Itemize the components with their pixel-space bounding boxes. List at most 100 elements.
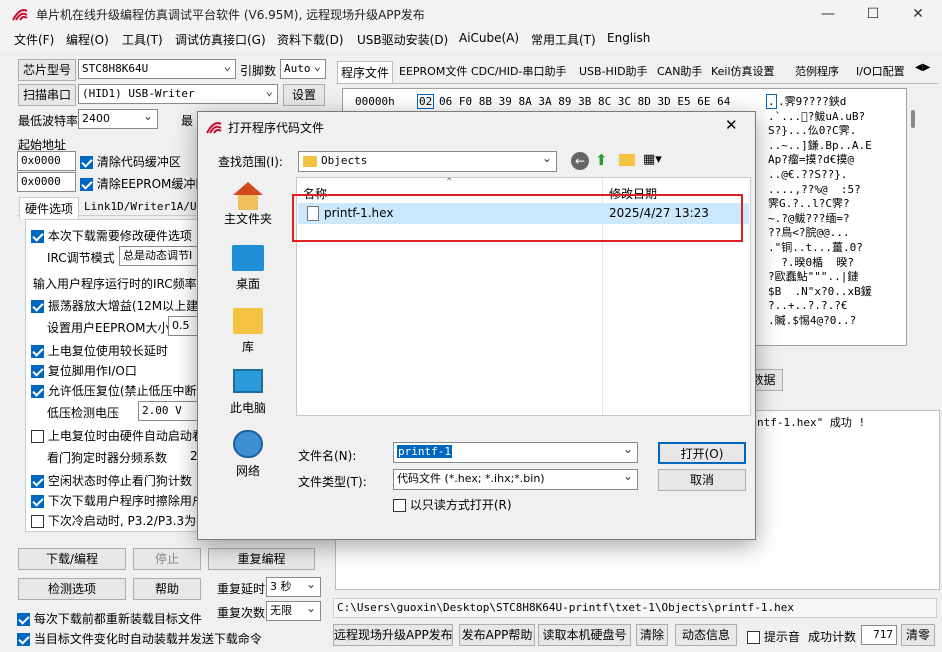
clear-eeprom-checkbox[interactable]: 清除EEPROM缓冲区 [80, 175, 207, 192]
pin-count-select[interactable]: Auto [280, 59, 326, 79]
repeat-count-select[interactable]: 无限 [266, 601, 321, 621]
irc-mode-select[interactable]: 总是动态调节I [119, 246, 199, 266]
reset-io-checkbox[interactable]: 复位脚用作I/O口 [31, 362, 137, 379]
auto-reload-checkbox[interactable]: 当目标文件变化时自动装载并发送下载命令 [17, 630, 262, 647]
tab-usb-hid[interactable]: USB-HID助手 [576, 61, 651, 83]
file-path-display: C:\Users\guoxin\Desktop\STC8H8K64U-print… [333, 598, 937, 618]
tab-io-config[interactable]: I/O口配置 [853, 61, 913, 83]
lvd-voltage-select[interactable]: 2.00 V [138, 401, 200, 421]
place-library[interactable]: 库 [214, 308, 282, 355]
filename-input[interactable]: printf-1 [393, 442, 638, 463]
osc-gain-label: 振荡器放大增益(12M以上建议 [47, 299, 211, 313]
view-menu-icon[interactable]: ▦▾ [643, 152, 662, 167]
filename-label: 文件名(N): [298, 449, 357, 463]
reload-each-label: 每次下载前都重新装载目标文件 [33, 612, 202, 626]
repeat-delay-select[interactable]: 3 秒 [266, 577, 321, 597]
checkbox-icon [747, 631, 760, 644]
close-icon[interactable]: ✕ [895, 0, 941, 28]
power-delay-label: 上电复位使用较长延时 [47, 344, 168, 358]
menu-file[interactable]: 文件(F) [14, 31, 54, 48]
menu-english[interactable]: English [607, 31, 650, 45]
idle-wdt-checkbox[interactable]: 空闲状态时停止看门狗计数 [31, 472, 192, 489]
dynamic-info-button[interactable]: 动态信息 [675, 624, 737, 646]
download-button[interactable]: 下载/编程 [18, 548, 126, 570]
irc-frequency-label: 输入用户程序运行时的IRC频率 [33, 277, 197, 291]
computer-icon [233, 369, 263, 393]
place-network[interactable]: 网络 [214, 430, 282, 479]
new-folder-icon[interactable] [619, 154, 635, 166]
ascii-line: ?..+..?.?.?€ [768, 299, 848, 313]
wdt-auto-checkbox[interactable]: 上电复位时由硬件自动启动看 [31, 427, 204, 444]
settings-button[interactable]: 设置 [283, 84, 325, 106]
filetype-select[interactable]: 代码文件 (*.hex; *.ihx;*.bin) [393, 469, 638, 490]
detect-options-button[interactable]: 检测选项 [18, 578, 126, 600]
wdt-auto-label: 上电复位时由硬件自动启动看 [47, 429, 204, 443]
cold-boot-checkbox[interactable]: 下次冷启动时, P3.2/P3.3为0 [31, 512, 204, 529]
menu-common-tools[interactable]: 常用工具(T) [531, 31, 596, 48]
ascii-line: 霁G.?..l?C霁? [768, 197, 850, 211]
hex-byte-selected[interactable]: 02 [417, 94, 435, 109]
up-folder-icon[interactable]: ⬆ [595, 151, 608, 169]
chip-model-select[interactable]: STC8H8K64U [78, 59, 236, 79]
clear-log-button[interactable]: 清除 [636, 624, 668, 646]
open-button[interactable]: 打开(O) [658, 442, 746, 464]
eeprom-size-select[interactable]: 0.5 [168, 316, 200, 336]
readonly-checkbox[interactable]: 以只读方式打开(R) [393, 496, 512, 513]
change-options-checkbox[interactable]: 本次下载需要修改硬件选项 [31, 227, 192, 244]
back-icon[interactable]: ← [571, 152, 589, 170]
place-desktop[interactable]: 桌面 [214, 245, 282, 292]
tab-link1d[interactable]: Link1D/Writer1A/U8W [84, 200, 210, 213]
erase-user-label: 下次下载用户程序时擦除用户 [47, 494, 204, 508]
publish-help-button[interactable]: 发布APP帮助 [459, 624, 535, 646]
sound-checkbox[interactable]: 提示音 [747, 628, 800, 645]
osc-gain-checkbox[interactable]: 振荡器放大增益(12M以上建议 [31, 297, 210, 314]
menu-debug[interactable]: 调试仿真接口(G) [175, 31, 266, 48]
tab-serial-assistant[interactable]: CDC/HID-串口助手 [468, 61, 570, 83]
app-logo-icon [12, 7, 28, 21]
read-disk-button[interactable]: 读取本机硬盘号 [538, 624, 631, 646]
clear-code-checkbox[interactable]: 清除代码缓冲区 [80, 153, 181, 170]
tab-program-file[interactable]: 程序文件 [337, 61, 394, 83]
menu-tools[interactable]: 工具(T) [122, 31, 163, 48]
min-baud-select[interactable]: 2400 [78, 109, 158, 129]
ascii-column: .霁9????鋏d .`... ?鲅uA.uB? S?}...仫0?C霁. ..~..… [768, 95, 908, 340]
place-this-pc[interactable]: 此电脑 [214, 369, 282, 416]
auto-reload-label: 当目标文件变化时自动装载并发送下载命令 [33, 632, 262, 646]
ascii-line: .贓.$惕4@?0..? [768, 313, 857, 327]
eeprom-address-input[interactable]: 0x0000 [17, 172, 76, 192]
tab-eeprom-file[interactable]: EEPROM文件 [396, 61, 470, 83]
scrollbar-thumb[interactable] [911, 110, 915, 128]
power-delay-checkbox[interactable]: 上电复位使用较长延时 [31, 342, 168, 359]
menu-docs[interactable]: 资料下载(D) [277, 31, 344, 48]
place-home[interactable]: 主文件夹 [214, 182, 282, 227]
look-in-select[interactable]: Objects [298, 151, 557, 172]
publish-app-button[interactable]: 远程现场升级APP发布 [333, 624, 453, 646]
tab-scroll-icon[interactable]: ◀▶ [915, 62, 930, 73]
repeat-program-button[interactable]: 重复编程 [208, 548, 315, 570]
tab-keil-settings[interactable]: Keil仿真设置 [708, 61, 778, 83]
lvd-reset-checkbox[interactable]: 允许低压复位(禁止低压中断 [31, 382, 197, 399]
port-select[interactable]: (HID1) USB-Writer [78, 84, 278, 104]
menu-usb-driver[interactable]: USB驱动安装(D) [357, 31, 448, 48]
success-count-value: 717 [861, 625, 897, 645]
stop-button[interactable]: 停止 [133, 548, 201, 570]
maximize-icon[interactable]: ☐ [850, 0, 896, 28]
cancel-button[interactable]: 取消 [658, 469, 746, 491]
code-address-input[interactable]: 0x0000 [17, 151, 76, 171]
tab-examples[interactable]: 范例程序 [792, 61, 842, 83]
minimize-icon[interactable]: — [805, 0, 851, 28]
help-button[interactable]: 帮助 [133, 578, 201, 600]
scan-port-button[interactable]: 扫描串口 [18, 84, 76, 106]
tab-can[interactable]: CAN助手 [654, 61, 705, 83]
place-this-pc-label: 此电脑 [229, 401, 266, 415]
reset-count-button[interactable]: 清零 [901, 624, 935, 646]
tab-hardware-options[interactable]: 硬件选项 [19, 197, 80, 219]
erase-user-checkbox[interactable]: 下次下载用户程序时擦除用户 [31, 492, 204, 509]
dialog-close-icon[interactable]: ✕ [725, 116, 738, 134]
filetype-label: 文件类型(T): [298, 475, 367, 489]
menu-program[interactable]: 编程(O) [66, 31, 109, 48]
hex-scrollbar[interactable] [907, 94, 921, 346]
check-icon [31, 345, 44, 358]
menu-aicube[interactable]: AiCube(A) [459, 31, 519, 45]
reload-each-checkbox[interactable]: 每次下载前都重新装载目标文件 [17, 610, 202, 627]
